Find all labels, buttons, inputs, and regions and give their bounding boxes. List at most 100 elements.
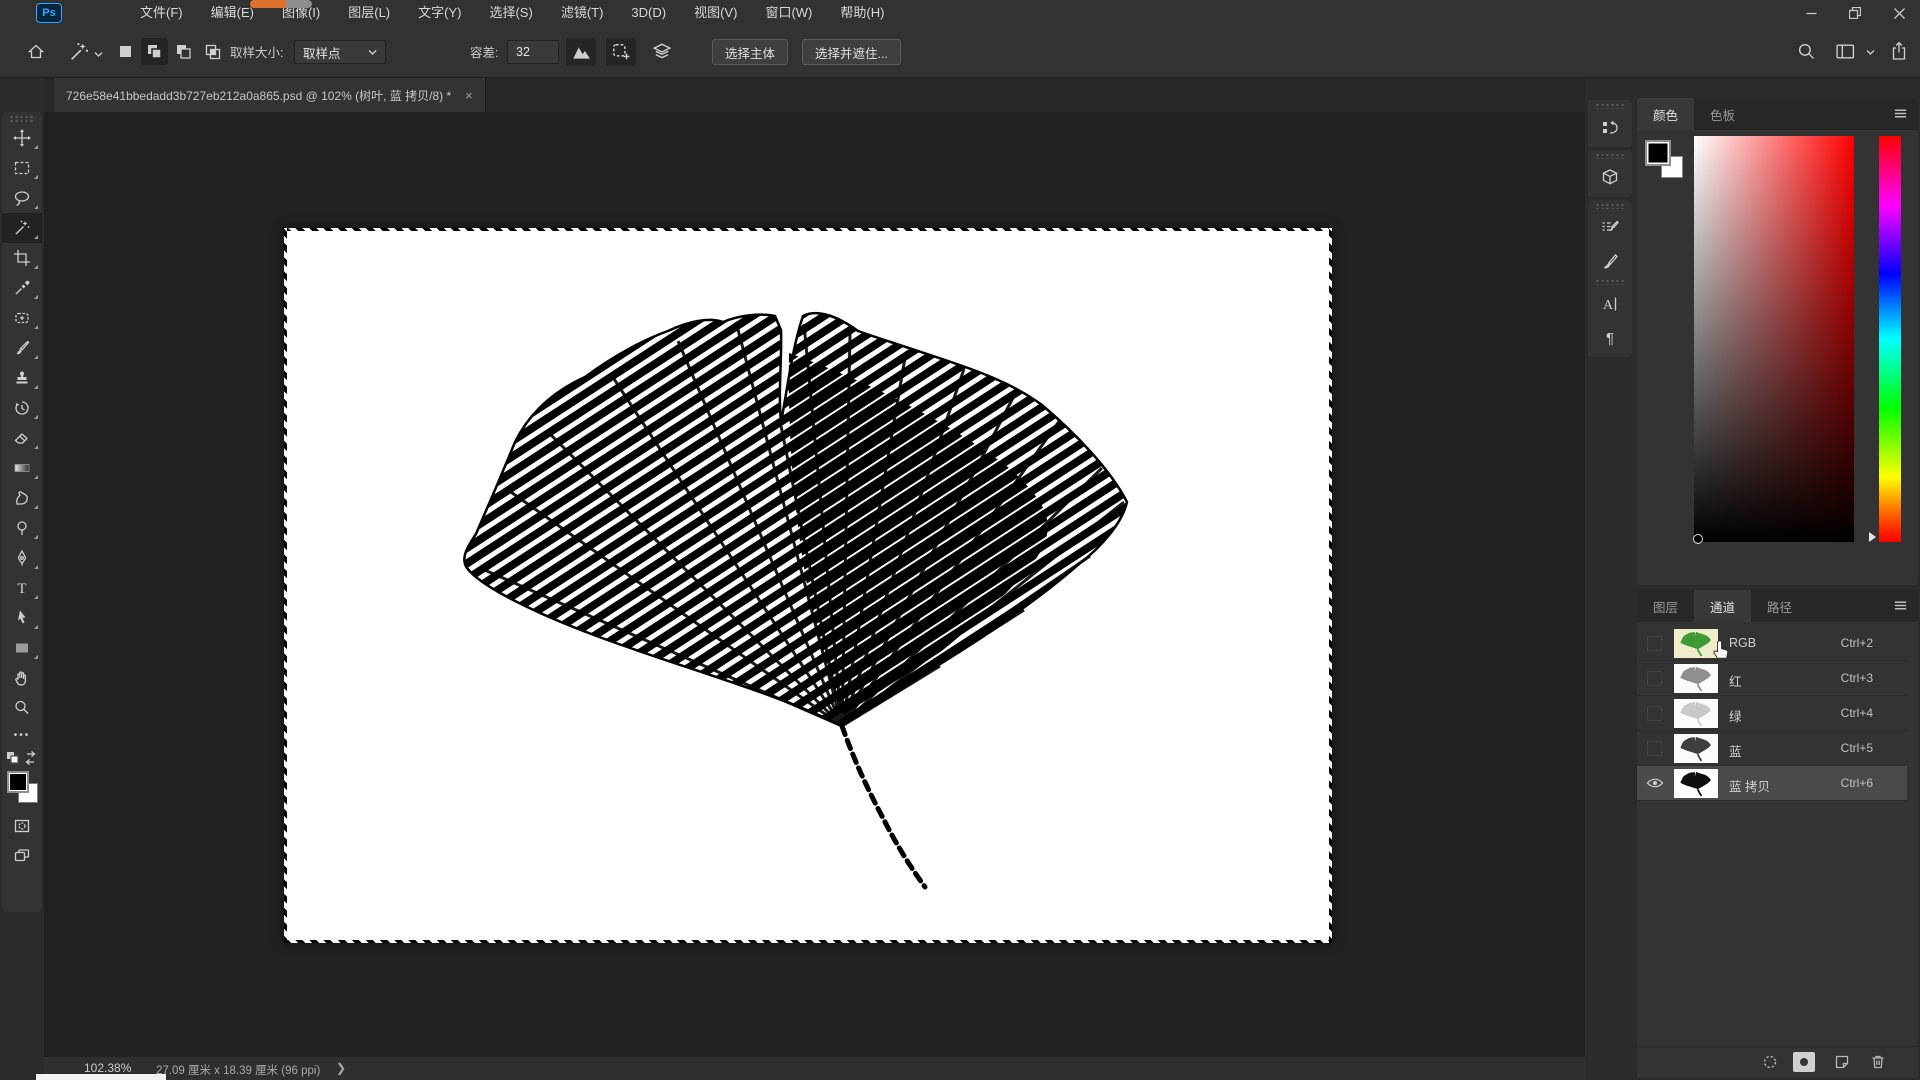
workspace-chevron-icon[interactable] — [1866, 49, 1875, 56]
select-and-mask-button[interactable]: 选择并遮住... — [802, 39, 901, 65]
channel-thumbnail[interactable] — [1674, 664, 1718, 693]
tab-layers[interactable]: 图层 — [1637, 590, 1694, 622]
tab-channels[interactable]: 通道 — [1694, 590, 1751, 622]
document-tab[interactable]: 726e58e41bbedadd3b727eb212a0a865.psd @ 1… — [54, 78, 486, 112]
menu-filter[interactable]: 滤镜(T) — [547, 0, 618, 26]
menu-view[interactable]: 视图(V) — [680, 0, 751, 26]
intersect-selection-icon[interactable] — [199, 38, 226, 65]
foreground-color-swatch[interactable] — [1645, 140, 1671, 166]
panel-grip[interactable] — [1595, 153, 1625, 159]
menu-window[interactable]: 窗口(W) — [751, 0, 826, 26]
lasso-tool[interactable] — [2, 183, 42, 213]
delete-channel-icon[interactable] — [1867, 1052, 1889, 1072]
menu-layer[interactable]: 图层(L) — [334, 0, 404, 26]
visibility-toggle[interactable] — [1647, 741, 1662, 756]
eraser-tool[interactable] — [2, 423, 42, 453]
document-canvas[interactable] — [284, 228, 1332, 943]
color-field-cursor[interactable] — [1693, 534, 1703, 544]
home-icon[interactable] — [27, 43, 45, 61]
contiguous-toggle-icon[interactable] — [606, 38, 636, 66]
close-icon[interactable] — [1886, 3, 1912, 23]
screen-mode-icon[interactable] — [2, 841, 42, 871]
channel-row-green[interactable]: 绿 Ctrl+4 — [1637, 696, 1907, 731]
clone-stamp-tool[interactable] — [2, 363, 42, 393]
tab-swatches[interactable]: 色板 — [1694, 98, 1751, 130]
path-selection-tool[interactable] — [2, 603, 42, 633]
toolbar-grip[interactable] — [9, 115, 35, 122]
panel-menu-icon[interactable] — [1893, 107, 1908, 123]
history-brush-tool[interactable] — [2, 393, 42, 423]
edit-toolbar-ellipsis[interactable]: ••• — [2, 723, 42, 747]
anti-alias-toggle-icon[interactable] — [566, 38, 596, 66]
tool-preset-chevron-icon[interactable] — [94, 51, 103, 58]
restore-icon[interactable] — [1842, 3, 1868, 23]
visibility-toggle[interactable] — [1647, 706, 1662, 721]
rectangle-shape-tool[interactable] — [2, 633, 42, 663]
visibility-toggle[interactable] — [1647, 636, 1662, 651]
minimize-icon[interactable] — [1798, 3, 1824, 23]
gradient-tool[interactable] — [2, 453, 42, 483]
3d-panel-icon[interactable] — [1588, 161, 1632, 195]
spot-healing-brush-tool[interactable] — [2, 303, 42, 333]
channel-thumbnail[interactable] — [1674, 769, 1718, 798]
save-selection-as-channel-icon[interactable] — [1793, 1052, 1815, 1072]
menu-3d[interactable]: 3D(D) — [617, 0, 680, 26]
character-panel-icon[interactable]: A — [1588, 287, 1632, 321]
zoom-level-field[interactable]: 102.38% — [84, 1061, 131, 1075]
magic-wand-tool-icon[interactable] — [68, 41, 90, 63]
select-subject-button[interactable]: 选择主体 — [712, 39, 788, 65]
add-to-selection-icon[interactable] — [141, 38, 168, 65]
tab-color[interactable]: 颜色 — [1637, 98, 1694, 130]
rectangular-marquee-tool[interactable] — [2, 153, 42, 183]
crop-tool[interactable] — [2, 243, 42, 273]
dodge-tool[interactable] — [2, 513, 42, 543]
smudge-tool[interactable] — [2, 483, 42, 513]
search-icon[interactable] — [1797, 42, 1816, 61]
type-tool[interactable]: T — [2, 573, 42, 603]
foreground-color-swatch[interactable] — [7, 771, 29, 793]
zoom-input-sliver[interactable] — [36, 1074, 166, 1080]
panel-menu-icon[interactable] — [1893, 599, 1908, 615]
tab-close-icon[interactable]: × — [465, 88, 473, 103]
load-channel-as-selection-icon[interactable] — [1759, 1052, 1781, 1072]
sample-size-dropdown[interactable]: 取样点 — [294, 40, 386, 64]
channel-row-blue[interactable]: 蓝 Ctrl+5 — [1637, 731, 1907, 766]
channel-thumbnail[interactable] — [1674, 734, 1718, 763]
hand-tool[interactable] — [2, 663, 42, 693]
hue-slider-pointer[interactable] — [1869, 532, 1876, 542]
menu-type[interactable]: 文字(Y) — [404, 0, 475, 26]
new-channel-icon[interactable] — [1831, 1052, 1853, 1072]
share-icon[interactable] — [1890, 41, 1908, 61]
brushes-panel-icon[interactable] — [1588, 245, 1632, 279]
menu-select[interactable]: 选择(S) — [475, 0, 546, 26]
subtract-from-selection-icon[interactable] — [170, 38, 197, 65]
workspace-icon[interactable] — [1836, 43, 1855, 60]
history-panel-icon[interactable] — [1588, 111, 1632, 145]
menu-help[interactable]: 帮助(H) — [826, 0, 898, 26]
status-expand-icon[interactable]: ❯ — [336, 1061, 346, 1075]
visibility-eye-icon[interactable] — [1645, 774, 1665, 792]
paragraph-panel-icon[interactable]: ¶ — [1588, 321, 1632, 355]
eyedropper-tool[interactable] — [2, 273, 42, 303]
channel-row-rgb[interactable]: RGB Ctrl+2 — [1637, 626, 1907, 661]
move-tool[interactable] — [2, 123, 42, 153]
magic-wand-tool[interactable] — [2, 213, 42, 243]
tab-paths[interactable]: 路径 — [1751, 590, 1808, 622]
tolerance-input[interactable]: 32 — [507, 40, 559, 64]
visibility-toggle[interactable] — [1647, 671, 1662, 686]
channel-row-red[interactable]: 红 Ctrl+3 — [1637, 661, 1907, 696]
color-field[interactable] — [1694, 136, 1854, 542]
panel-grip[interactable] — [1595, 103, 1625, 109]
panel-grip[interactable] — [1595, 279, 1625, 285]
brush-settings-panel-icon[interactable] — [1588, 211, 1632, 245]
brush-tool[interactable] — [2, 333, 42, 363]
hue-slider[interactable] — [1879, 136, 1901, 542]
channel-row-blue-copy[interactable]: 蓝 拷贝 Ctrl+6 — [1637, 766, 1907, 801]
quick-mask-icon[interactable] — [2, 811, 42, 841]
sample-all-layers-icon[interactable] — [647, 38, 677, 66]
panel-grip[interactable] — [1595, 203, 1625, 209]
channel-thumbnail[interactable] — [1674, 699, 1718, 728]
menu-file[interactable]: 文件(F) — [126, 0, 197, 26]
zoom-tool[interactable] — [2, 693, 42, 723]
new-selection-icon[interactable] — [112, 38, 139, 65]
